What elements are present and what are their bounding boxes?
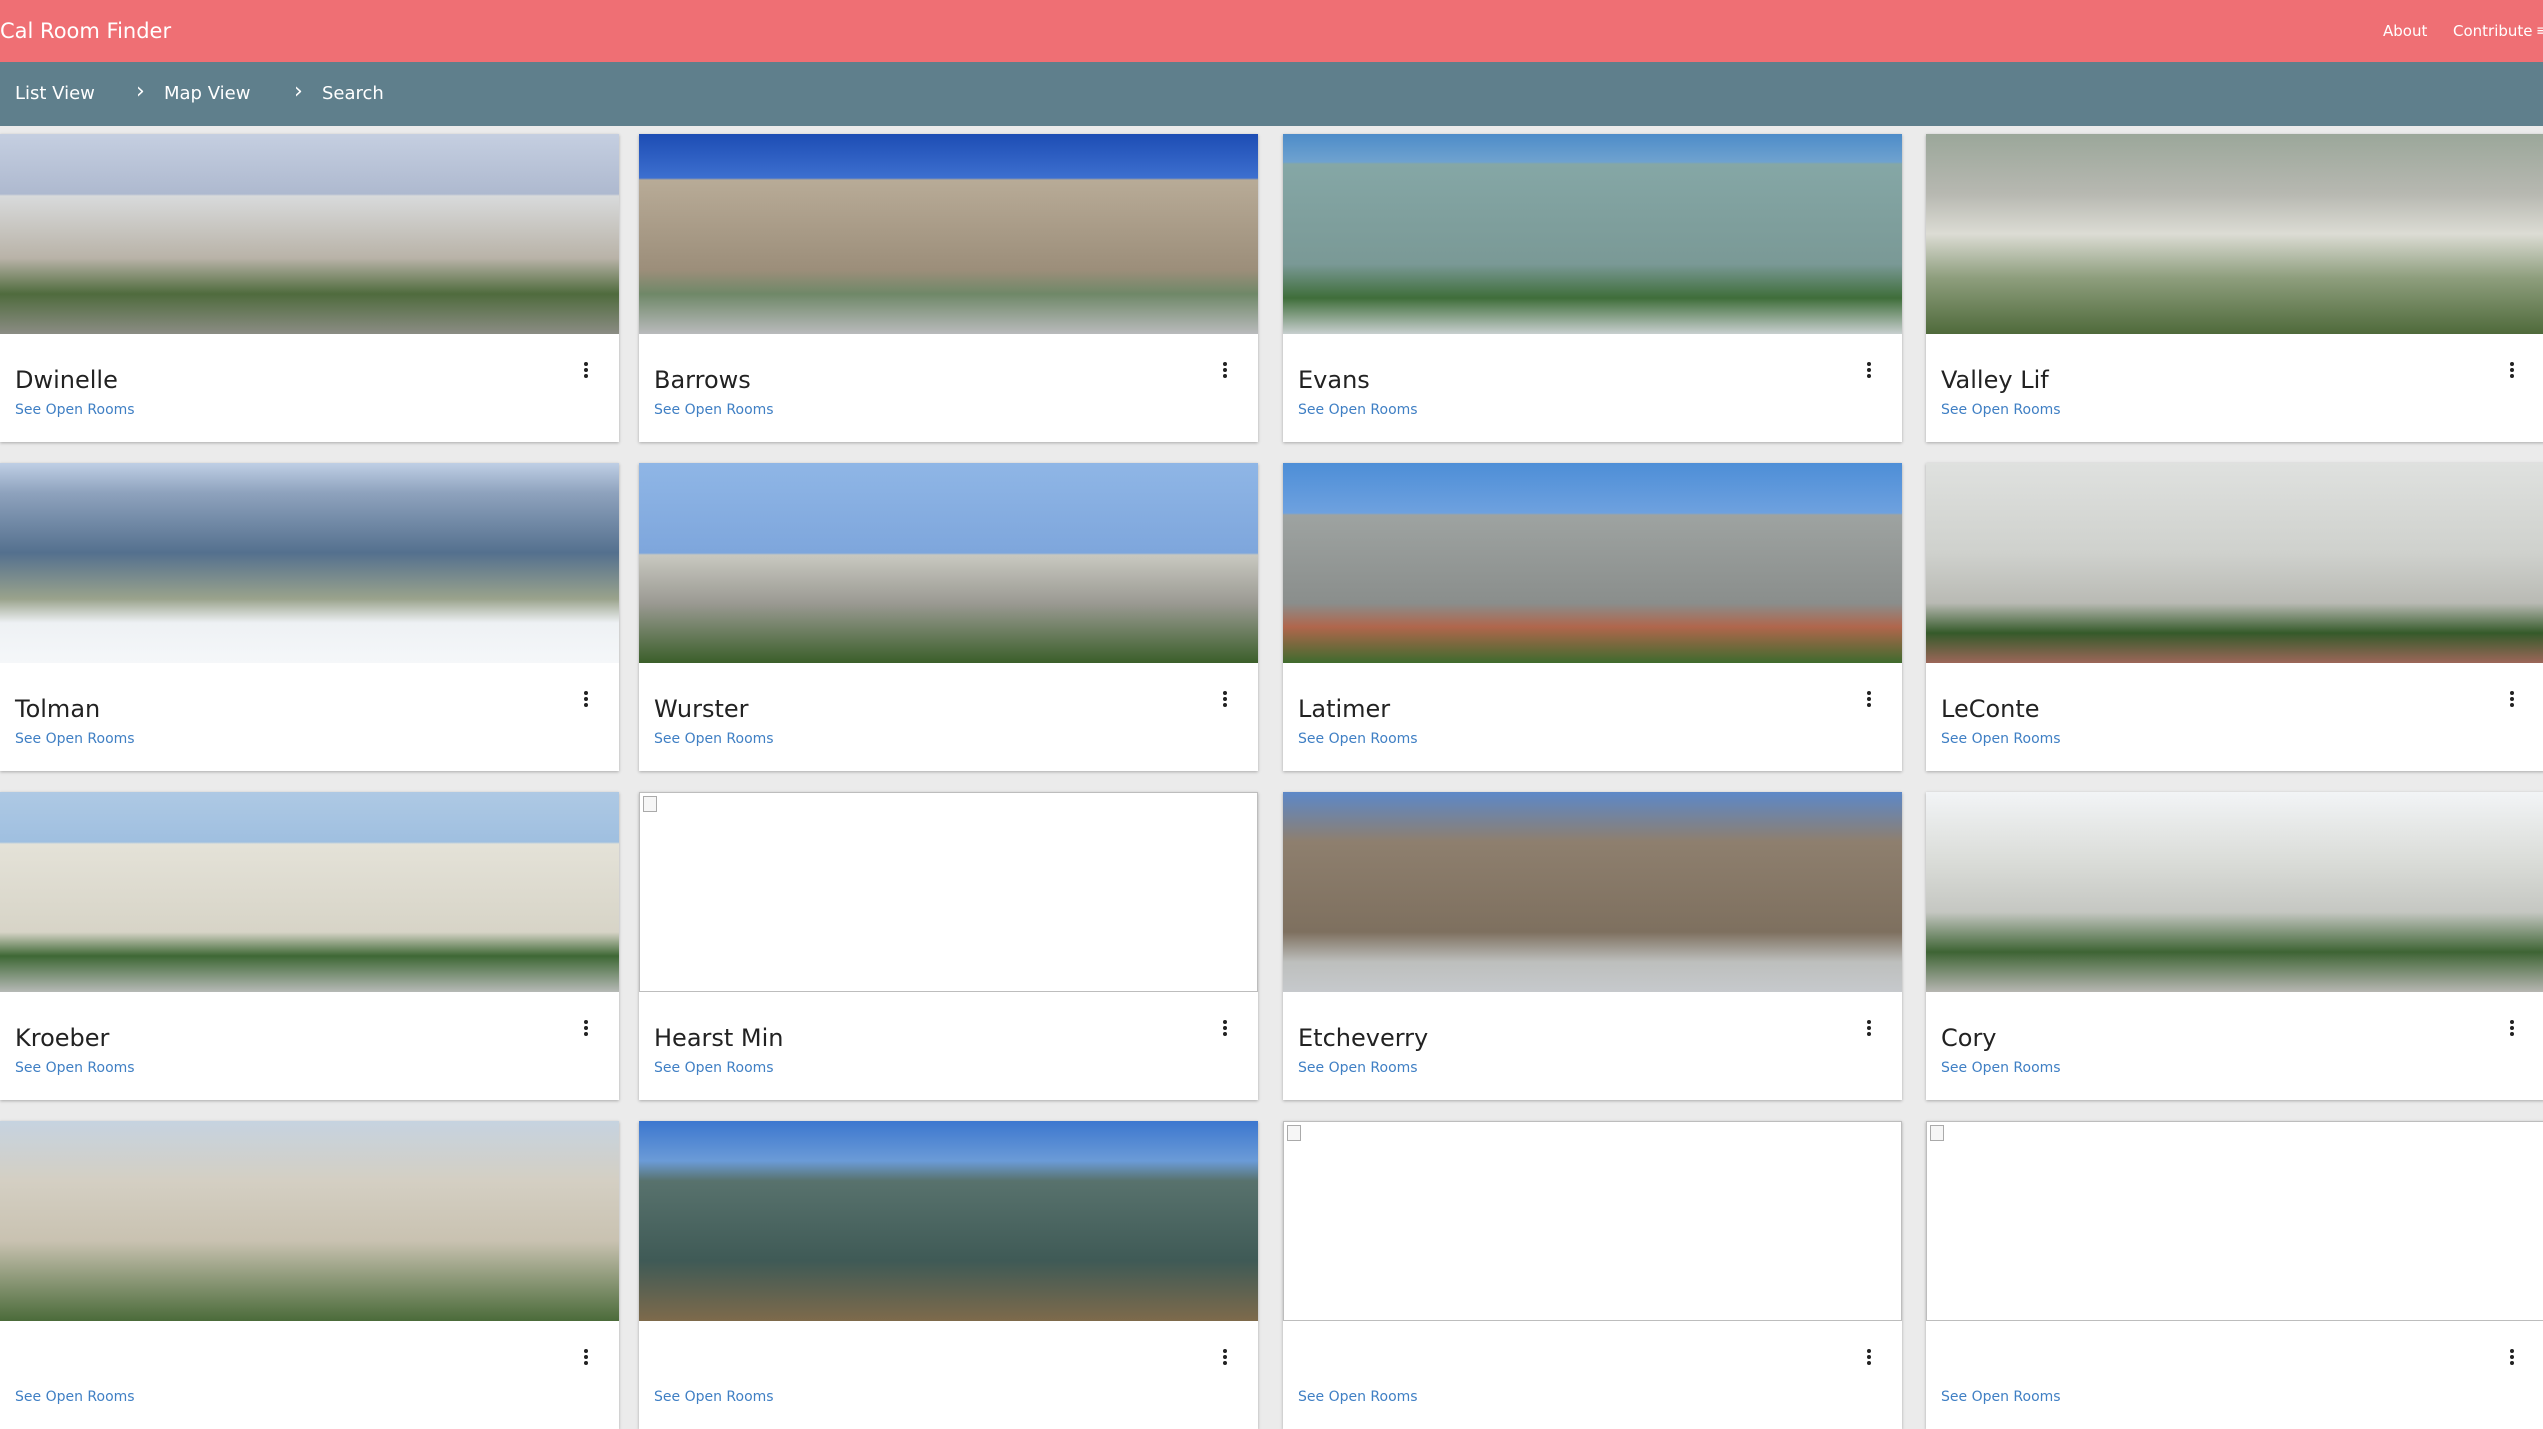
chevron-right-icon: › [136, 79, 145, 104]
menu-icon[interactable]: ≡ [2536, 0, 2543, 62]
building-card[interactable]: Latimer See Open Rooms [1283, 463, 1902, 771]
see-open-rooms-link[interactable]: See Open Rooms [654, 1060, 774, 1076]
building-photo [1283, 463, 1902, 663]
building-card[interactable]: Evans See Open Rooms [1283, 134, 1902, 442]
building-card[interactable]: Wurster See Open Rooms [639, 463, 1258, 771]
map-view-tab[interactable]: Map View [164, 62, 250, 126]
see-open-rooms-link[interactable]: See Open Rooms [1941, 402, 2061, 418]
building-card[interactable]: LeConte See Open Rooms [1926, 463, 2543, 771]
see-open-rooms-link[interactable]: See Open Rooms [15, 1389, 135, 1405]
see-open-rooms-link[interactable]: See Open Rooms [1298, 731, 1418, 747]
see-open-rooms-link[interactable]: See Open Rooms [1941, 731, 2061, 747]
building-photo [1926, 463, 2543, 663]
more-vert-icon[interactable] [2503, 356, 2521, 384]
building-photo [1926, 792, 2543, 992]
broken-image [639, 792, 1258, 992]
more-vert-icon[interactable] [577, 1343, 595, 1371]
building-photo [0, 463, 619, 663]
app-title[interactable]: Cal Room Finder [0, 0, 171, 62]
app-header: Cal Room Finder About Contribute ≡ [0, 0, 2543, 62]
building-card[interactable]: Etcheverry See Open Rooms [1283, 792, 1902, 1100]
building-photo [639, 463, 1258, 663]
more-vert-icon[interactable] [1860, 685, 1878, 713]
see-open-rooms-link[interactable]: See Open Rooms [654, 1389, 774, 1405]
building-name: Dwinelle [15, 366, 118, 394]
building-name: Kroeber [15, 1024, 110, 1052]
building-name: Etcheverry [1298, 1024, 1429, 1052]
about-link[interactable]: About [2383, 0, 2427, 62]
building-name: Tolman [15, 695, 101, 723]
see-open-rooms-link[interactable]: See Open Rooms [1298, 1389, 1418, 1405]
building-card[interactable]: See Open Rooms [1926, 1121, 2543, 1429]
see-open-rooms-link[interactable]: See Open Rooms [15, 402, 135, 418]
broken-image-icon [1930, 1125, 1944, 1141]
building-name: Wurster [654, 695, 749, 723]
more-vert-icon[interactable] [577, 356, 595, 384]
more-vert-icon[interactable] [577, 685, 595, 713]
building-photo [1926, 134, 2543, 334]
building-photo [639, 134, 1258, 334]
broken-image-icon [1287, 1125, 1301, 1141]
building-photo [0, 1121, 619, 1321]
building-name: LeConte [1941, 695, 2040, 723]
more-vert-icon[interactable] [2503, 1014, 2521, 1042]
building-card[interactable]: Valley Lif See Open Rooms [1926, 134, 2543, 442]
building-photo [1283, 134, 1902, 334]
building-name: Cory [1941, 1024, 1997, 1052]
building-photo [639, 1121, 1258, 1321]
building-name: Latimer [1298, 695, 1391, 723]
building-photo [0, 134, 619, 334]
building-card[interactable]: See Open Rooms [0, 1121, 619, 1429]
list-view-tab[interactable]: List View [15, 62, 95, 126]
see-open-rooms-link[interactable]: See Open Rooms [1941, 1389, 2061, 1405]
building-card[interactable]: See Open Rooms [639, 1121, 1258, 1429]
building-card[interactable]: Tolman See Open Rooms [0, 463, 619, 771]
see-open-rooms-link[interactable]: See Open Rooms [15, 1060, 135, 1076]
building-name: Hearst Min [654, 1024, 784, 1052]
see-open-rooms-link[interactable]: See Open Rooms [654, 402, 774, 418]
chevron-right-icon: › [294, 79, 303, 104]
building-name: Barrows [654, 366, 751, 394]
view-nav: List View › Map View › Search [0, 62, 2543, 126]
more-vert-icon[interactable] [1216, 1014, 1234, 1042]
contribute-link[interactable]: Contribute [2453, 0, 2533, 62]
see-open-rooms-link[interactable]: See Open Rooms [654, 731, 774, 747]
building-name: Evans [1298, 366, 1370, 394]
building-card[interactable]: Barrows See Open Rooms [639, 134, 1258, 442]
search-tab[interactable]: Search [322, 62, 384, 126]
more-vert-icon[interactable] [1860, 1343, 1878, 1371]
building-card[interactable]: Hearst Min See Open Rooms [639, 792, 1258, 1100]
broken-image [1283, 1121, 1902, 1321]
building-photo [0, 792, 619, 992]
see-open-rooms-link[interactable]: See Open Rooms [1941, 1060, 2061, 1076]
more-vert-icon[interactable] [577, 1014, 595, 1042]
more-vert-icon[interactable] [1216, 1343, 1234, 1371]
building-card[interactable]: Dwinelle See Open Rooms [0, 134, 619, 442]
broken-image-icon [643, 796, 657, 812]
building-card[interactable]: Cory See Open Rooms [1926, 792, 2543, 1100]
more-vert-icon[interactable] [1860, 1014, 1878, 1042]
more-vert-icon[interactable] [2503, 1343, 2521, 1371]
see-open-rooms-link[interactable]: See Open Rooms [15, 731, 135, 747]
see-open-rooms-link[interactable]: See Open Rooms [1298, 402, 1418, 418]
more-vert-icon[interactable] [2503, 685, 2521, 713]
building-card[interactable]: See Open Rooms [1283, 1121, 1902, 1429]
more-vert-icon[interactable] [1860, 356, 1878, 384]
building-card[interactable]: Kroeber See Open Rooms [0, 792, 619, 1100]
building-photo [1283, 792, 1902, 992]
more-vert-icon[interactable] [1216, 685, 1234, 713]
building-name: Valley Lif [1941, 366, 2049, 394]
see-open-rooms-link[interactable]: See Open Rooms [1298, 1060, 1418, 1076]
broken-image [1926, 1121, 2543, 1321]
more-vert-icon[interactable] [1216, 356, 1234, 384]
